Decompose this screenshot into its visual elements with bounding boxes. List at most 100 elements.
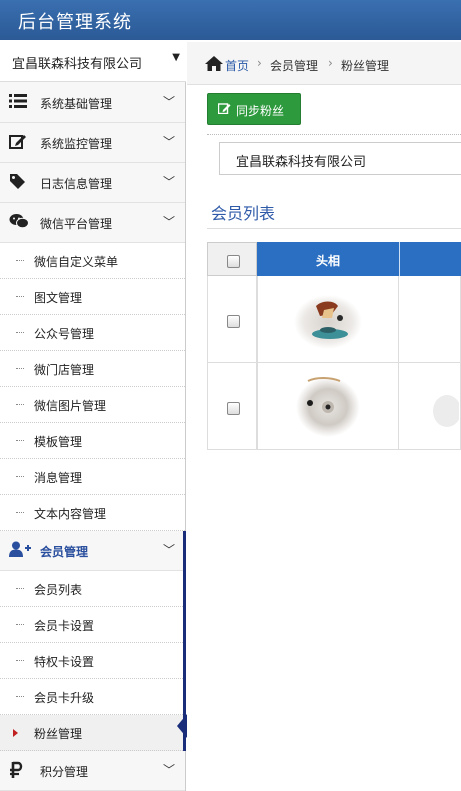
sidebar-subitem-wechat-images[interactable]: 微信图片管理	[0, 387, 185, 423]
row-checkbox[interactable]	[227, 402, 240, 415]
company-select-value: 宜昌联森科技有限公司	[12, 57, 143, 72]
sidebar-subitem-card-upgrade[interactable]: 会员卡升级	[0, 679, 185, 715]
breadcrumb-home-link[interactable]: 首页	[225, 57, 249, 74]
sidebar-subitem-member-list[interactable]: 会员列表	[0, 571, 185, 607]
avatar-cell	[257, 363, 399, 450]
sidebar-item-system-basic[interactable]: 系统基础管理 ﹀	[0, 83, 185, 123]
tree-connector	[16, 368, 24, 369]
sidebar-item-label: 积分管理	[40, 765, 89, 779]
current-item-marker-icon	[13, 729, 18, 737]
sidebar-subitem-text-content[interactable]: 文本内容管理	[0, 495, 185, 531]
select-all-checkbox[interactable]	[227, 255, 240, 268]
active-page-indicator	[177, 714, 187, 738]
table-header-checkbox-cell	[207, 242, 257, 276]
chevron-down-icon: ﹀	[162, 135, 175, 149]
row-checkbox[interactable]	[227, 315, 240, 328]
sidebar-subitem-wechat-custom-menu[interactable]: 微信自定义菜单	[0, 243, 185, 279]
tag-icon	[9, 173, 29, 191]
chevron-down-icon: ﹀	[162, 215, 175, 229]
avatar	[296, 377, 360, 437]
sidebar-subitem-official-account[interactable]: 公众号管理	[0, 315, 185, 351]
sync-fans-button[interactable]: 同步粉丝	[207, 93, 301, 125]
sidebar-subitem-label: 会员列表	[34, 583, 83, 597]
sidebar-item-label: 会员管理	[40, 545, 89, 559]
sidebar-subitem-label: 模板管理	[34, 435, 83, 449]
ruble-icon	[9, 761, 29, 779]
sidebar-subitem-label: 微信自定义菜单	[34, 255, 119, 269]
sidebar-item-label: 系统监控管理	[40, 137, 113, 151]
divider	[207, 134, 461, 135]
tree-connector	[16, 512, 24, 513]
chevron-down-icon: ﹀	[162, 763, 175, 777]
breadcrumb-section[interactable]: 会员管理	[270, 57, 318, 74]
table-row	[207, 363, 461, 450]
tree-connector	[16, 404, 24, 405]
sidebar-subitem-label: 粉丝管理	[34, 727, 83, 741]
breadcrumb-separator: ›	[257, 56, 262, 70]
chevron-down-icon: ﹀	[162, 543, 175, 557]
divider	[207, 228, 461, 229]
sidebar-subitem-member-card-settings[interactable]: 会员卡设置	[0, 607, 185, 643]
sidebar-item-label: 微信平台管理	[40, 217, 113, 231]
sidebar-item-points[interactable]: 积分管理 ﹀	[0, 751, 185, 791]
row-checkbox-cell	[207, 363, 257, 450]
table-header-next-column	[399, 242, 461, 276]
sidebar-item-label: 系统基础管理	[40, 97, 113, 111]
dropdown-arrow-icon: ▼	[172, 52, 180, 63]
tree-connector	[16, 588, 24, 589]
sidebar-item-log[interactable]: 日志信息管理 ﹀	[0, 163, 185, 203]
tree-connector	[16, 332, 24, 333]
app-title: 后台管理系统	[18, 12, 132, 33]
table-header-avatar: 头相	[257, 242, 399, 276]
sidebar-subitem-label: 公众号管理	[34, 327, 95, 341]
tree-connector	[16, 660, 24, 661]
company-select[interactable]: 宜昌联森科技有限公司 ▼	[0, 40, 186, 82]
sidebar-item-wechat[interactable]: 微信平台管理 ﹀	[0, 203, 185, 243]
tree-connector	[16, 696, 24, 697]
sidebar-subitem-label: 微信图片管理	[34, 399, 107, 413]
company-filter-value: 宜昌联森科技有限公司	[236, 155, 367, 170]
wechat-icon	[9, 213, 29, 231]
tree-connector	[16, 476, 24, 477]
sidebar-subitem-label: 特权卡设置	[34, 655, 95, 669]
section-title: 会员列表	[211, 204, 276, 223]
tree-connector	[16, 440, 24, 441]
sidebar-subitem-privilege-card[interactable]: 特权卡设置	[0, 643, 185, 679]
tree-connector	[16, 296, 24, 297]
sidebar-subitem-micro-store[interactable]: 微门店管理	[0, 351, 185, 387]
row-checkbox-cell	[207, 276, 257, 363]
list-icon	[9, 93, 29, 111]
chevron-down-icon: ﹀	[162, 175, 175, 189]
row-cell	[399, 276, 461, 363]
sidebar-subitem-label: 消息管理	[34, 471, 83, 485]
avatar-fragment	[433, 395, 459, 427]
breadcrumb-current: 粉丝管理	[341, 59, 390, 73]
edit-icon	[217, 102, 231, 117]
table-row	[207, 276, 461, 363]
sidebar-subitem-label: 会员卡设置	[34, 619, 95, 633]
avatar-cell	[257, 276, 399, 363]
breadcrumb-separator: ›	[328, 56, 333, 70]
row-cell	[399, 363, 461, 450]
sidebar-item-label: 日志信息管理	[40, 177, 113, 191]
home-icon	[205, 56, 223, 75]
sidebar-item-system-monitor[interactable]: 系统监控管理 ﹀	[0, 123, 185, 163]
sidebar-subitem-fans[interactable]: 粉丝管理	[0, 715, 185, 751]
sync-fans-label: 同步粉丝	[236, 104, 285, 118]
avatar	[294, 295, 362, 349]
sidebar-subitem-label: 文本内容管理	[34, 507, 107, 521]
sidebar-subitem-label: 微门店管理	[34, 363, 95, 377]
column-header-label: 头相	[315, 254, 340, 268]
add-user-icon	[9, 541, 31, 559]
breadcrumb: 首页 › 会员管理 › 粉丝管理	[187, 42, 461, 85]
app-header: 后台管理系统	[0, 0, 461, 40]
edit-icon	[9, 133, 29, 151]
company-filter-select[interactable]: 宜昌联森科技有限公司	[219, 142, 461, 175]
sidebar-subitem-label: 图文管理	[34, 291, 83, 305]
sidebar-subitem-graphic-text[interactable]: 图文管理	[0, 279, 185, 315]
sidebar-item-member[interactable]: 会员管理 ﹀	[0, 531, 185, 571]
tree-connector	[16, 624, 24, 625]
sidebar-subitem-templates[interactable]: 模板管理	[0, 423, 185, 459]
chevron-down-icon: ﹀	[162, 95, 175, 109]
sidebar-subitem-messages[interactable]: 消息管理	[0, 459, 185, 495]
